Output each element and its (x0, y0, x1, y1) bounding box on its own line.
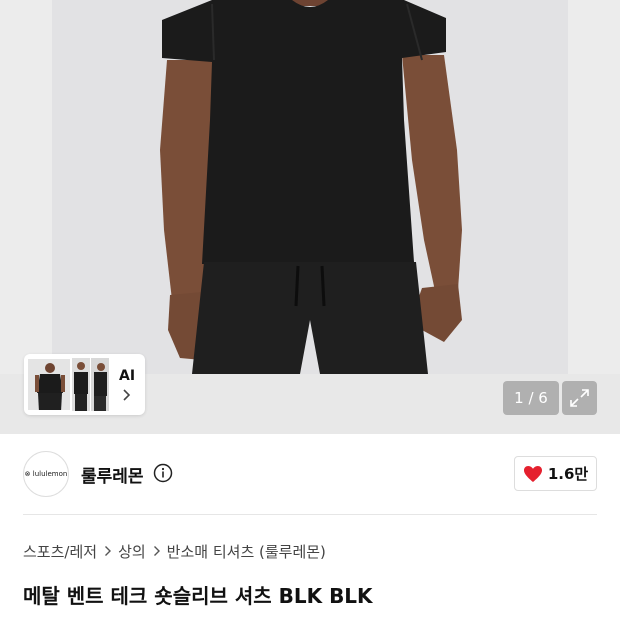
info-circle-icon[interactable] (153, 463, 173, 483)
chevron-right-icon[interactable] (122, 388, 132, 402)
breadcrumb: 스포츠/레저 상의 반소매 티셔츠 (룰루레몬) (23, 541, 326, 562)
thumbnail-strip[interactable]: AI (24, 354, 145, 415)
thumbnail-3[interactable] (91, 358, 109, 411)
brand-logo-text: ⊗ lululemon (24, 470, 68, 478)
thumbnail-3-image (94, 363, 107, 411)
thumbnail-1-image (28, 359, 70, 410)
product-image-gallery[interactable]: AI 1 / 6 (0, 0, 620, 434)
thumbnail-2-image (74, 362, 88, 411)
like-count: 1.6만 (547, 465, 589, 483)
model-illustration (160, 0, 462, 374)
like-button[interactable]: 1.6만 (514, 456, 597, 491)
chevron-right-icon (104, 543, 112, 561)
breadcrumb-item-current[interactable]: 반소매 티셔츠 (룰루레몬) (167, 541, 326, 562)
product-photo[interactable] (52, 0, 568, 374)
ai-label[interactable]: AI (119, 368, 135, 384)
brand-logo[interactable]: ⊗ lululemon (23, 451, 69, 497)
expand-button[interactable] (562, 381, 597, 415)
brand-name[interactable]: 룰루레몬 (81, 462, 144, 487)
chevron-right-icon (153, 543, 161, 561)
brand-row: ⊗ lululemon 룰루레몬 1.6만 (0, 434, 620, 514)
breadcrumb-item-subcategory[interactable]: 상의 (118, 541, 146, 562)
expand-arrows-icon (570, 389, 589, 407)
product-title: 메탈 벤트 테크 숏슬리브 셔츠 BLK BLK (23, 584, 373, 608)
divider (23, 514, 597, 515)
heart-icon (523, 465, 542, 482)
thumbnail-2[interactable] (72, 358, 90, 411)
thumbnail-1-selected[interactable] (27, 358, 71, 411)
image-pager: 1 / 6 (503, 381, 559, 415)
breadcrumb-item-category[interactable]: 스포츠/레저 (23, 541, 97, 562)
